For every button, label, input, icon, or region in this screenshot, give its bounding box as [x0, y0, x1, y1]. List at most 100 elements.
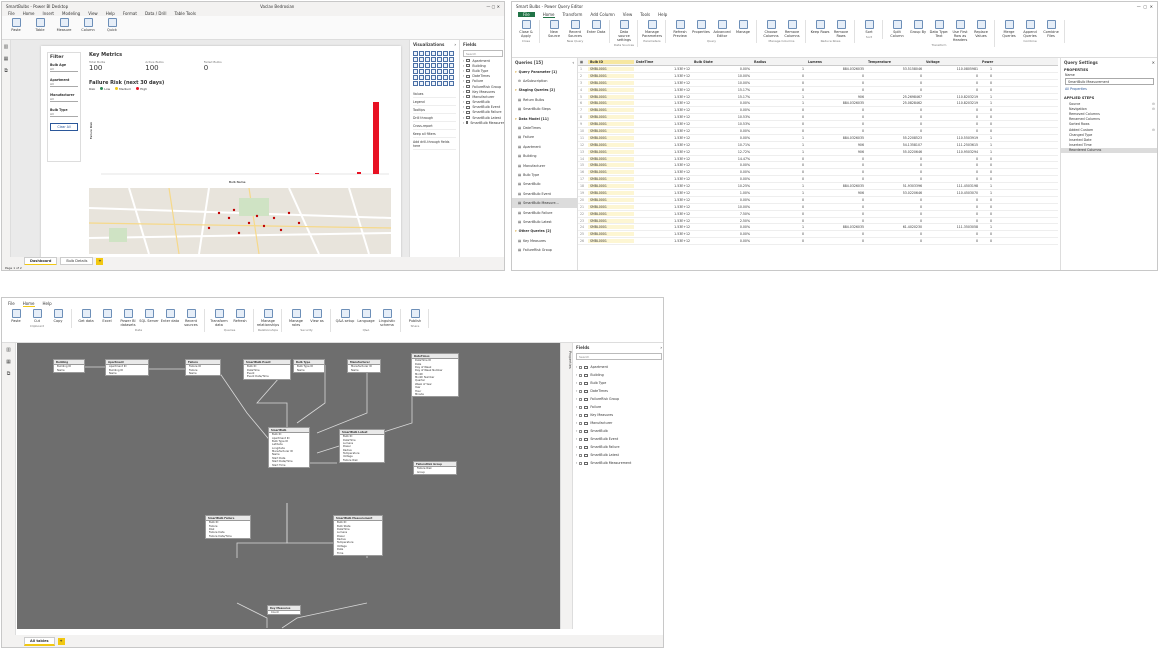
model-field[interactable]: Failure Date/Time — [206, 535, 250, 538]
model-field-table[interactable]: › Manufacturer — [573, 419, 663, 427]
table-cell[interactable]: 111.4503198 — [924, 184, 980, 188]
table-row[interactable]: 16 SMBL0001 1.53E+12 0.00% 0 0 0 0 0 — [578, 169, 1058, 177]
table-cell[interactable]: 25.0828462 — [866, 101, 924, 105]
table-cell[interactable]: 0 — [752, 74, 806, 78]
table-cell[interactable]: 0 — [866, 74, 924, 78]
replace-values-button[interactable]: Replace Values — [971, 20, 991, 42]
table-cell[interactable]: 906 — [806, 95, 866, 99]
paste-button[interactable]: Paste — [6, 18, 26, 32]
visual-type-icon[interactable] — [431, 75, 436, 80]
table-cell[interactable]: 10.71% — [692, 143, 752, 147]
table-cell[interactable]: 0 — [752, 198, 806, 202]
model-table-card[interactable]: Key Measures Count — [267, 605, 301, 616]
expand-chevron-icon[interactable]: › — [463, 74, 464, 78]
menu-insert[interactable]: Insert — [43, 11, 54, 16]
model-field[interactable]: Event Date/Time — [244, 375, 290, 378]
model-table-card[interactable]: FailureRisk Group Failure Risk Group — [413, 461, 457, 475]
table-cell[interactable]: 0.00% — [692, 129, 752, 133]
query-item[interactable]: ▤ SmartBulb Failure — [512, 208, 577, 217]
remove-columns-button[interactable]: Remove Columns — [782, 20, 802, 38]
menu-home[interactable]: Home — [23, 11, 35, 16]
new-source-button[interactable]: New Source — [544, 20, 564, 38]
expand-chevron-icon[interactable]: › — [576, 373, 577, 377]
visual-type-icon[interactable] — [437, 69, 442, 74]
model-field-table[interactable]: › Apartment — [573, 363, 663, 371]
table-cell[interactable]: 0 — [980, 129, 994, 133]
query-item[interactable]: ▤ Manufacturer — [512, 161, 577, 170]
visual-type-icon[interactable] — [431, 57, 436, 62]
table-row[interactable]: 26 SMBL0001 1.53E+12 0.00% 0 0 0 0 0 — [578, 238, 1058, 246]
table-cell[interactable]: 0 — [752, 108, 806, 112]
expand-chevron-icon[interactable]: › — [463, 116, 464, 120]
visual-type-icon[interactable] — [431, 81, 436, 86]
table-cell[interactable]: SMBL0001 — [588, 197, 634, 202]
table-cell[interactable]: SMBL0001 — [588, 218, 634, 223]
model-field[interactable]: Minute — [412, 393, 458, 396]
table-cell[interactable]: 0 — [866, 122, 924, 126]
visual-type-icon[interactable] — [437, 81, 442, 86]
table-cell[interactable]: 1.53E+12 — [634, 184, 692, 188]
visual-type-icon[interactable] — [425, 51, 430, 56]
menu-file[interactable]: File — [8, 11, 15, 16]
split-column-button[interactable]: Split Column — [887, 20, 907, 42]
table-cell[interactable]: 0 — [924, 219, 980, 223]
expand-chevron-icon[interactable]: › — [576, 429, 577, 433]
model-field-table[interactable]: › SmartBulb Latest — [573, 451, 663, 459]
visual-type-icon[interactable] — [449, 81, 454, 86]
table-cell[interactable]: 1 — [752, 67, 806, 71]
table-cell[interactable]: 0 — [806, 239, 866, 243]
table-cell[interactable]: 54.1358107 — [866, 143, 924, 147]
table-cell[interactable]: 1.53E+12 — [634, 225, 692, 229]
legend-item[interactable]: High — [136, 87, 147, 91]
table-cell[interactable]: 0 — [806, 108, 866, 112]
legend-item[interactable]: Low — [100, 87, 110, 91]
table-cell[interactable]: 1 — [752, 184, 806, 188]
table-cell[interactable]: 0 — [806, 212, 866, 216]
table-cell[interactable]: 0 — [752, 88, 806, 92]
model-field[interactable]: Count — [268, 611, 300, 614]
pq-tab-help[interactable]: Help — [658, 12, 667, 17]
table-cell[interactable]: 0 — [752, 115, 806, 119]
table-cell[interactable]: 0 — [924, 205, 980, 209]
model-field-table[interactable]: › SmartBulb Event — [573, 435, 663, 443]
model-table-card[interactable]: DateTimes DateTime ID Date Day of Week Day o… — [411, 353, 459, 398]
table-cell[interactable]: 15.17% — [692, 95, 752, 99]
model-field[interactable]: Group — [414, 470, 456, 474]
table-cell[interactable]: 0 — [866, 198, 924, 202]
model-tab-file[interactable]: File — [8, 301, 15, 306]
table-cell[interactable]: 0 — [752, 232, 806, 236]
table-cell[interactable]: 0 — [752, 219, 806, 223]
visual-type-icon[interactable] — [413, 51, 418, 56]
table-cell[interactable]: 0 — [752, 157, 806, 161]
report-view-icon[interactable]: ▥ — [6, 347, 11, 353]
model-table-card[interactable]: Building Building ID Name — [53, 359, 85, 373]
transform-data-button[interactable]: Transform data — [209, 309, 229, 327]
expand-chevron-icon[interactable]: › — [576, 413, 577, 417]
new-measure-button[interactable]: Measure — [54, 18, 74, 32]
table-cell[interactable]: 1 — [980, 225, 994, 229]
table-cell[interactable]: SMBL0001 — [588, 87, 634, 92]
visual-type-icon[interactable] — [419, 63, 424, 68]
model-table-card[interactable]: SmartBulb Latest Bulb ID DateTime Lumens Pow… — [339, 429, 385, 463]
visual-type-icon[interactable] — [443, 63, 448, 68]
manage-roles-button[interactable]: Manage roles — [286, 309, 306, 327]
checkbox[interactable] — [579, 453, 583, 457]
table-cell[interactable]: 0 — [924, 122, 980, 126]
model-field[interactable]: Name — [348, 368, 380, 372]
cut-button[interactable]: Cut — [27, 309, 47, 323]
legend-item[interactable]: Medium — [115, 87, 131, 91]
table-cell[interactable]: 1.53E+12 — [634, 191, 692, 195]
table-cell[interactable]: 1.53E+12 — [634, 163, 692, 167]
window-controls[interactable]: — ▢ ✕ — [486, 4, 500, 9]
table-cell[interactable]: 906 — [806, 191, 866, 195]
table-row[interactable]: 25 SMBL0001 1.53E+12 0.00% 0 0 0 0 0 — [578, 231, 1058, 239]
table-cell[interactable]: 0 — [806, 81, 866, 85]
table-cell[interactable]: 0 — [806, 163, 866, 167]
model-field[interactable]: Name — [186, 372, 220, 375]
table-cell[interactable]: 1 — [752, 225, 806, 229]
refresh-button[interactable]: Refresh — [230, 309, 250, 327]
table-row[interactable]: 23 SMBL0001 1.53E+12 2.50% 0 0 0 0 0 — [578, 218, 1058, 225]
table-cell[interactable]: 1.53E+12 — [634, 239, 692, 243]
manage-relationships-button[interactable]: Manage relationships — [257, 309, 279, 327]
table-cell[interactable]: 1.53E+12 — [634, 88, 692, 92]
